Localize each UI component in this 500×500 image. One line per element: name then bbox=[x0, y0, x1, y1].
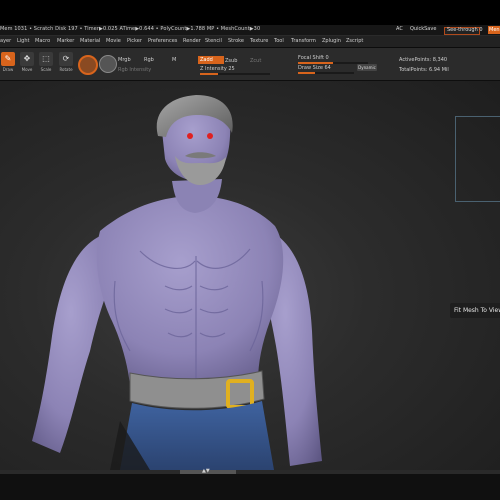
rgb-button[interactable]: Rgb bbox=[144, 57, 154, 63]
menu-picker[interactable]: Picker bbox=[127, 38, 142, 44]
draw-size-slider[interactable] bbox=[298, 72, 354, 74]
draw-size-fill bbox=[298, 72, 315, 74]
draw-label: Draw bbox=[2, 67, 14, 72]
menu-stencil[interactable]: Stencil bbox=[205, 38, 222, 44]
see-through-slider[interactable]: See-through 0 bbox=[444, 27, 483, 35]
mrgb-button[interactable]: Mrgb bbox=[118, 57, 131, 63]
zsub-button[interactable]: Zsub bbox=[225, 58, 237, 64]
brush-thumbnail-icon[interactable] bbox=[78, 55, 98, 75]
menu-layer[interactable]: ayer bbox=[0, 38, 11, 44]
menu-zscript[interactable]: Zscript bbox=[346, 38, 363, 44]
z-intensity-slider[interactable] bbox=[200, 73, 270, 75]
see-through-label: See-through 0 bbox=[447, 27, 483, 33]
move-tool[interactable]: ✥ Move bbox=[19, 52, 35, 76]
menu-stroke[interactable]: Stroke bbox=[228, 38, 244, 44]
zbrush-window: Mem 1031 • Scratch Disk 197 • Timer▶0.02… bbox=[0, 0, 500, 500]
collapse-arrows-icon[interactable]: ▲▼ bbox=[202, 468, 210, 474]
menu-movie[interactable]: Movie bbox=[106, 38, 121, 44]
menu-macro[interactable]: Macro bbox=[35, 38, 50, 44]
menu-render[interactable]: Render bbox=[183, 38, 201, 44]
menu-light[interactable]: Light bbox=[17, 38, 29, 44]
scale-label: Scale bbox=[40, 67, 52, 72]
menu-texture[interactable]: Texture bbox=[250, 38, 268, 44]
focal-shift-label: Focal Shift 0 bbox=[298, 55, 329, 61]
menu-material[interactable]: Material bbox=[80, 38, 100, 44]
z-intensity-label: Z Intensity 25 bbox=[200, 66, 235, 72]
fit-mesh-tooltip: Fit Mesh To View bbox=[450, 303, 500, 318]
draw-icon: ✎ bbox=[1, 52, 15, 66]
m-button[interactable]: M bbox=[172, 57, 176, 63]
menu-tool[interactable]: Tool bbox=[274, 38, 284, 44]
menus-button[interactable]: Men bbox=[488, 26, 500, 34]
rotate-tool[interactable]: ⟳ Rotate bbox=[58, 52, 74, 76]
dynamic-button[interactable]: Dynamic bbox=[357, 64, 377, 71]
torso bbox=[96, 196, 284, 386]
rotate-label: Rotate bbox=[59, 67, 73, 72]
z-intensity-fill bbox=[200, 73, 218, 75]
rotate-icon: ⟳ bbox=[59, 52, 73, 66]
right-eye bbox=[207, 133, 213, 139]
bottom-letterbox bbox=[0, 470, 500, 500]
head bbox=[156, 95, 233, 185]
navigation-frame[interactable] bbox=[455, 116, 500, 202]
left-eye bbox=[187, 133, 193, 139]
status-info: Mem 1031 • Scratch Disk 197 • Timer▶0.02… bbox=[0, 26, 261, 32]
active-points: ActivePoints: 8,340 bbox=[399, 57, 448, 63]
focal-shift-fill bbox=[298, 62, 333, 64]
menu-preferences[interactable]: Preferences bbox=[148, 38, 177, 44]
scale-icon: ⬚ bbox=[39, 52, 53, 66]
menu-transform[interactable]: Transform bbox=[291, 38, 316, 44]
move-label: Move bbox=[21, 67, 33, 72]
ac-label[interactable]: AC bbox=[396, 26, 403, 32]
top-letterbox bbox=[0, 0, 500, 25]
main-menubar: ayer Light Macro Marker Material Movie P… bbox=[0, 36, 500, 48]
stroke-thumbnail-icon[interactable] bbox=[99, 55, 117, 73]
move-icon: ✥ bbox=[20, 52, 34, 66]
rgb-intensity-slider[interactable]: Rgb Intensity bbox=[118, 67, 151, 73]
scale-tool[interactable]: ⬚ Scale bbox=[38, 52, 54, 76]
menu-marker[interactable]: Marker bbox=[57, 38, 74, 44]
total-points: TotalPoints: 6.94 Mil bbox=[399, 67, 449, 73]
timeline-track[interactable] bbox=[0, 470, 500, 474]
zadd-button[interactable]: Zadd bbox=[198, 56, 224, 64]
menu-zplugin[interactable]: Zplugin bbox=[322, 38, 341, 44]
draw-tool[interactable]: ✎ Draw bbox=[0, 52, 16, 76]
quicksave-button[interactable]: QuickSave bbox=[410, 26, 436, 32]
zcut-button[interactable]: Zcut bbox=[250, 58, 261, 64]
draw-size-label: Draw Size 64 bbox=[298, 65, 331, 71]
sculpted-figure bbox=[32, 95, 322, 470]
status-bar: Mem 1031 • Scratch Disk 197 • Timer▶0.02… bbox=[0, 25, 500, 36]
canvas-viewport[interactable] bbox=[0, 81, 500, 470]
top-shelf: ✎ Draw ✥ Move ⬚ Scale ⟳ Rotate Mrgb Rgb … bbox=[0, 48, 500, 81]
